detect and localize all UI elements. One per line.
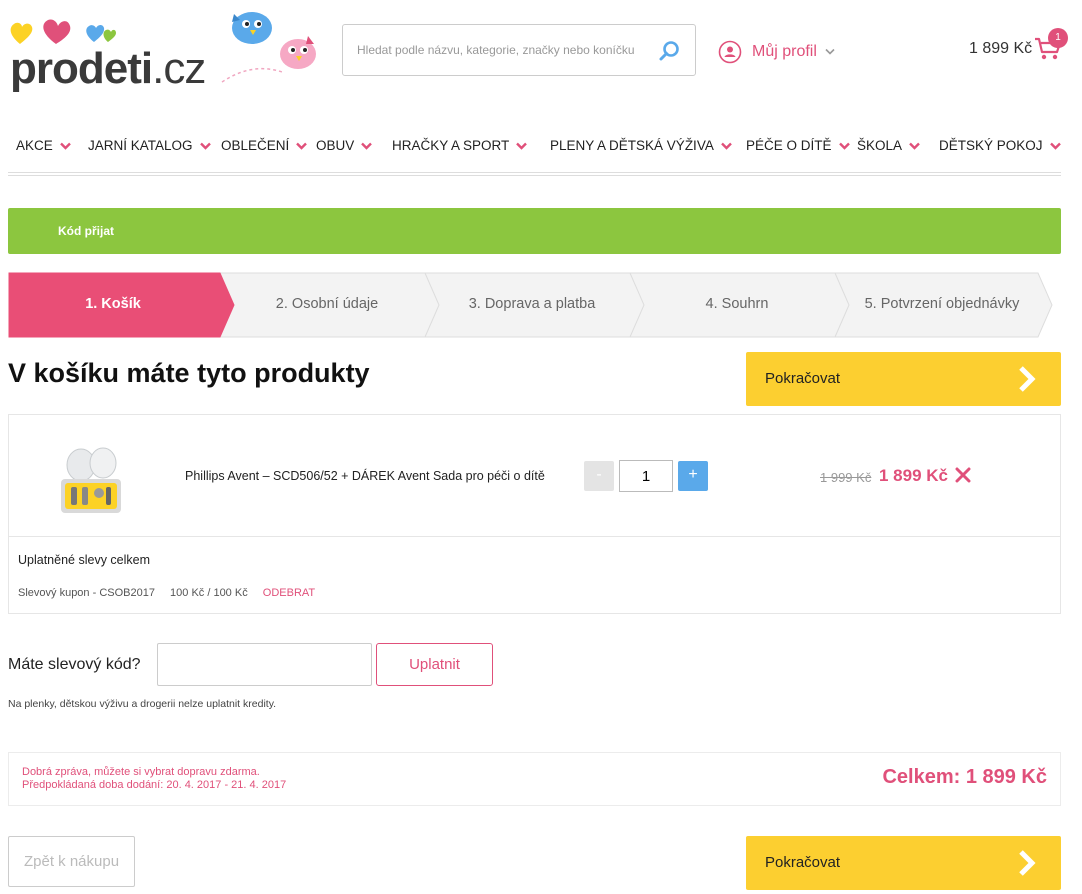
discount-name: Slevový kupon - CSOB2017 xyxy=(18,587,155,599)
chevron-down-icon xyxy=(361,142,373,150)
cart-item-row: Phillips Avent – SCD506/52 + DÁREK Avent… xyxy=(9,415,1060,537)
site-logo[interactable]: prodeti.cz xyxy=(8,18,206,93)
nav-item-skola[interactable]: ŠKOLA xyxy=(857,138,920,153)
search-icon[interactable] xyxy=(657,39,681,63)
step-confirmation[interactable]: 5. Potvrzení objednávky xyxy=(837,296,1047,312)
discount-line: Slevový kupon - CSOB2017 100 Kč / 100 Kč… xyxy=(18,587,327,599)
chevron-right-icon xyxy=(1019,850,1036,876)
step-summary[interactable]: 4. Souhrn xyxy=(632,296,842,312)
chevron-right-icon xyxy=(1019,366,1036,392)
continue-label: Pokračovat xyxy=(765,370,841,387)
order-summary-box: Dobrá zpráva, můžete si vybrat dopravu z… xyxy=(8,752,1061,806)
back-to-shopping-button[interactable]: Zpět k nákupu xyxy=(8,836,135,887)
chevron-down-icon xyxy=(59,142,71,150)
step-personal-info[interactable]: 2. Osobní údaje xyxy=(222,296,432,312)
product-image[interactable] xyxy=(51,443,131,519)
cart-items-box: Phillips Avent – SCD506/52 + DÁREK Avent… xyxy=(8,414,1061,614)
step-cart[interactable]: 1. Košík xyxy=(8,296,218,312)
nav-divider xyxy=(8,172,1061,176)
applied-discounts-title: Uplatněné slevy celkem xyxy=(18,553,151,567)
chevron-down-icon xyxy=(720,142,732,150)
continue-label: Pokračovat xyxy=(765,854,841,871)
main-navigation: AKCE JARNÍ KATALOG OBLEČENÍ OBUV HRAČKY … xyxy=(0,134,1082,158)
search-input[interactable] xyxy=(357,39,647,61)
search-box xyxy=(342,24,696,76)
my-profile-menu[interactable]: Můj profil xyxy=(718,38,835,66)
apply-coupon-button[interactable]: Uplatnit xyxy=(376,643,493,686)
chevron-down-icon xyxy=(199,142,211,150)
discount-amount: 100 Kč / 100 Kč xyxy=(170,587,248,599)
product-name-link[interactable]: Phillips Avent – SCD506/52 + DÁREK Avent… xyxy=(185,469,545,483)
chevron-down-icon xyxy=(838,142,850,150)
hearts-logo-icon xyxy=(10,19,116,44)
coupon-code-input[interactable] xyxy=(157,643,372,686)
nav-item-obleceni[interactable]: OBLEČENÍ xyxy=(221,138,308,153)
quantity-input[interactable] xyxy=(619,460,673,492)
checkout-steps: 1. Košík 2. Osobní údaje 3. Doprava a pl… xyxy=(8,272,1061,338)
chevron-down-icon xyxy=(909,142,920,150)
chevron-down-icon xyxy=(1049,142,1061,150)
nav-item-pleny-a-detska-vyziva[interactable]: PLENY A DĚTSKÁ VÝŽIVA xyxy=(550,138,732,153)
cart-total[interactable]: 1 899 Kč xyxy=(969,40,1032,58)
chevron-down-icon xyxy=(516,142,528,150)
profile-label: Můj profil xyxy=(752,43,817,60)
nav-item-hracky-a-sport[interactable]: HRAČKY A SPORT xyxy=(392,138,528,153)
remove-discount-link[interactable]: ODEBRAT xyxy=(263,587,315,599)
shipping-message: Dobrá zpráva, můžete si vybrat dopravu z… xyxy=(22,766,286,792)
step-shipping-payment[interactable]: 3. Doprava a platba xyxy=(427,296,637,312)
birds-illustration xyxy=(221,12,316,83)
remove-item-icon[interactable] xyxy=(955,467,971,483)
page-title: V košíku máte tyto produkty xyxy=(8,358,370,388)
grand-total: Celkem: 1 899 Kč xyxy=(882,766,1047,788)
credit-note: Na plenky, dětskou výživu a drogerii nel… xyxy=(8,698,277,710)
continue-button-top[interactable]: Pokračovat xyxy=(746,352,1061,406)
quantity-increase-button[interactable]: + xyxy=(678,461,708,491)
quantity-decrease-button[interactable]: - xyxy=(584,461,614,491)
chevron-down-icon xyxy=(825,48,835,55)
original-price: 1 999 Kč xyxy=(820,470,872,485)
nav-item-jarni-katalog[interactable]: JARNÍ KATALOG xyxy=(88,138,211,153)
coupon-label: Máte slevový kód? xyxy=(8,656,141,673)
cart-count-badge: 1 xyxy=(1048,28,1068,48)
free-shipping-text: Dobrá zpráva, můžete si vybrat dopravu z… xyxy=(22,766,260,778)
code-accepted-notice: Kód přijat xyxy=(8,208,1061,254)
continue-button-bottom[interactable]: Pokračovat xyxy=(746,836,1061,890)
nav-item-obuv[interactable]: OBUV xyxy=(316,138,373,153)
nav-item-pece-o-dite[interactable]: PÉČE O DÍTĚ xyxy=(746,138,850,153)
item-price: 1 899 Kč xyxy=(879,466,948,485)
logo-wordmark: prodeti.cz xyxy=(10,44,206,93)
nav-item-detsky-pokoj[interactable]: DĚTSKÝ POKOJ xyxy=(939,138,1061,153)
delivery-estimate-text: Předpokládaná doba dodání: 20. 4. 2017 -… xyxy=(22,779,287,791)
chevron-down-icon xyxy=(296,142,308,150)
nav-item-akce[interactable]: AKCE xyxy=(16,138,71,153)
user-icon xyxy=(718,40,742,64)
